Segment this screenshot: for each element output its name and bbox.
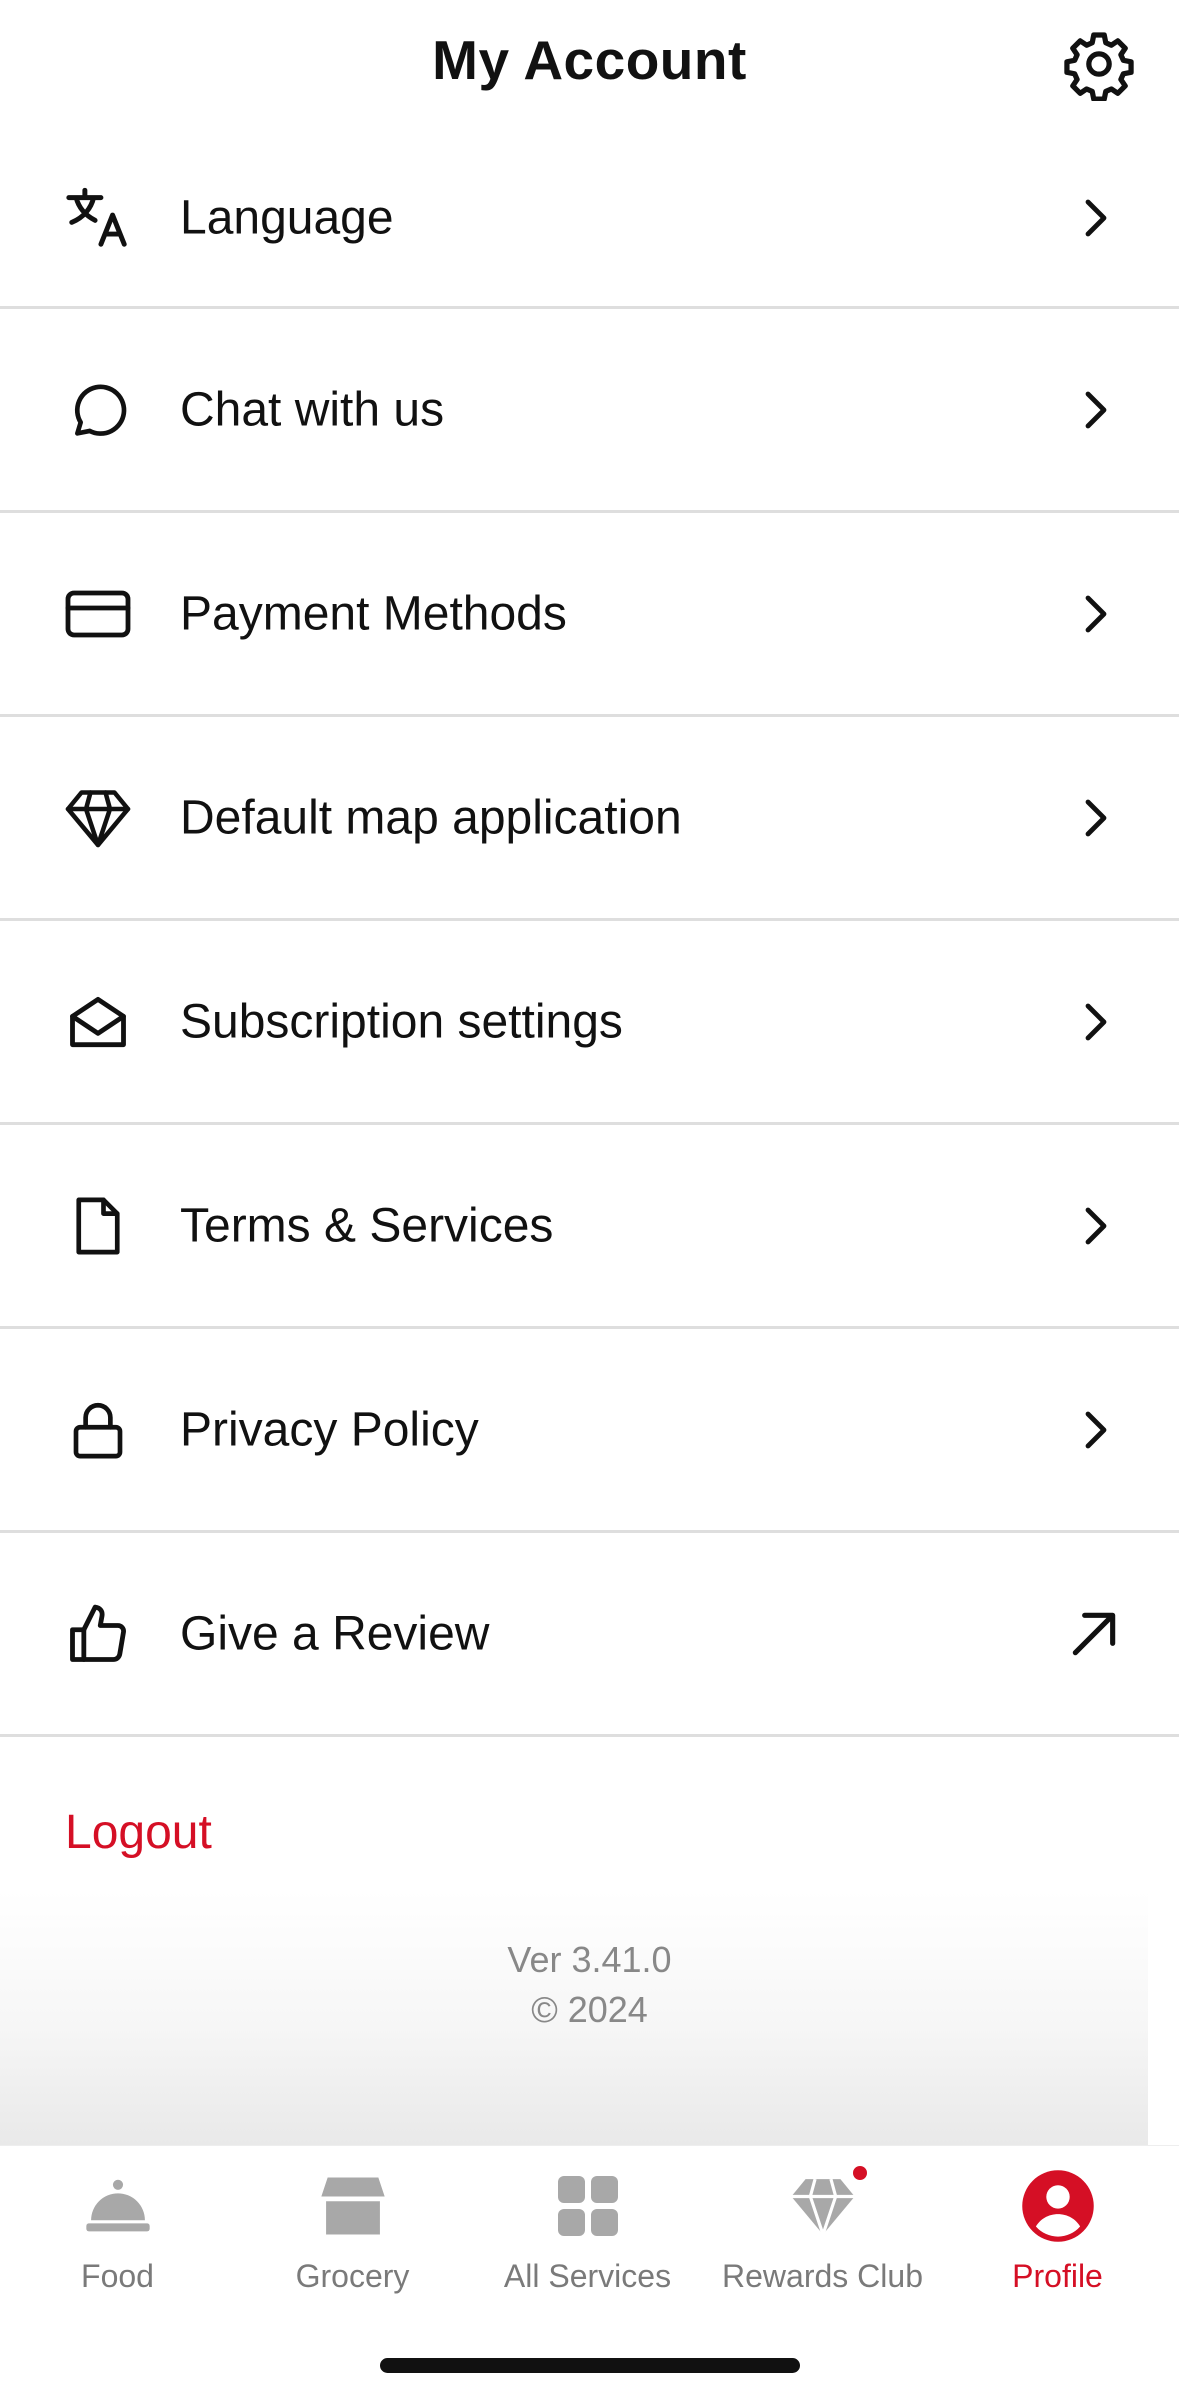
chevron-right-icon (1064, 992, 1124, 1052)
grid-icon (548, 2166, 628, 2246)
chevron-right-icon (1064, 188, 1124, 248)
menu-item-label: Language (180, 191, 394, 245)
tab-label: Food (81, 2258, 154, 2294)
chevron-right-icon (1064, 380, 1124, 440)
menu-item-label: Give a Review (180, 1607, 490, 1660)
notification-badge (850, 2164, 869, 2182)
diamond-icon (783, 2164, 869, 2246)
tab-profile[interactable]: Profile (940, 2166, 1175, 2326)
credit-card-icon (60, 576, 136, 652)
open-envelope-icon (60, 984, 136, 1060)
tab-label: Profile (1012, 2258, 1103, 2294)
storefront-icon (313, 2166, 393, 2246)
lock-icon (60, 1392, 136, 1468)
document-icon (60, 1188, 136, 1264)
menu-item-default-map[interactable]: Default map application (0, 717, 1179, 921)
header: My Account (0, 0, 1179, 130)
external-arrow-icon (1064, 1604, 1124, 1664)
translate-icon (60, 180, 136, 256)
menu-item-label: Chat with us (180, 383, 445, 436)
app-version: Ver 3.41.0 (507, 1939, 672, 1980)
menu-item-privacy-policy[interactable]: Privacy Policy (0, 1329, 1179, 1533)
menu-item-chat[interactable]: Chat with us (0, 309, 1179, 513)
menu-item-language[interactable]: Language (0, 130, 1179, 309)
cloche-icon (78, 2166, 158, 2246)
diamond-icon (60, 780, 136, 856)
thumbs-up-icon (60, 1596, 136, 1672)
tab-grocery[interactable]: Grocery (235, 2166, 470, 2326)
menu-item-label: Subscription settings (180, 995, 623, 1048)
tab-label: Grocery (295, 2258, 410, 2294)
chevron-right-icon (1064, 584, 1124, 644)
chevron-right-icon (1064, 788, 1124, 848)
tab-rewards-club[interactable]: Rewards Club (705, 2164, 940, 2326)
menu-item-payment-methods[interactable]: Payment Methods (0, 513, 1179, 717)
tab-label: Rewards Club (722, 2258, 923, 2294)
menu-item-subscription-settings[interactable]: Subscription settings (0, 921, 1179, 1125)
home-indicator (380, 2358, 800, 2373)
tab-food[interactable]: Food (0, 2166, 235, 2326)
page-title: My Account (432, 29, 747, 91)
menu-item-label: Payment Methods (180, 587, 567, 640)
menu-item-terms-services[interactable]: Terms & Services (0, 1125, 1179, 1329)
copyright-text: © 2024 (531, 1989, 648, 2030)
logout-button[interactable]: Logout (65, 1805, 212, 1860)
menu-item-label: Default map application (180, 791, 682, 844)
settings-button[interactable] (1061, 26, 1137, 102)
gear-icon (1064, 32, 1134, 101)
account-menu: Language Chat with us Payment Methods De… (0, 130, 1179, 1737)
menu-item-give-review[interactable]: Give a Review (0, 1533, 1179, 1737)
chat-bubble-icon (60, 372, 136, 448)
chevron-right-icon (1064, 1400, 1124, 1460)
chevron-right-icon (1064, 1196, 1124, 1256)
menu-item-label: Privacy Policy (180, 1403, 479, 1456)
tab-label: All Services (503, 2258, 672, 2294)
menu-item-label: Terms & Services (180, 1199, 554, 1252)
user-circle-icon (1018, 2166, 1098, 2246)
tab-all-services[interactable]: All Services (470, 2166, 705, 2326)
